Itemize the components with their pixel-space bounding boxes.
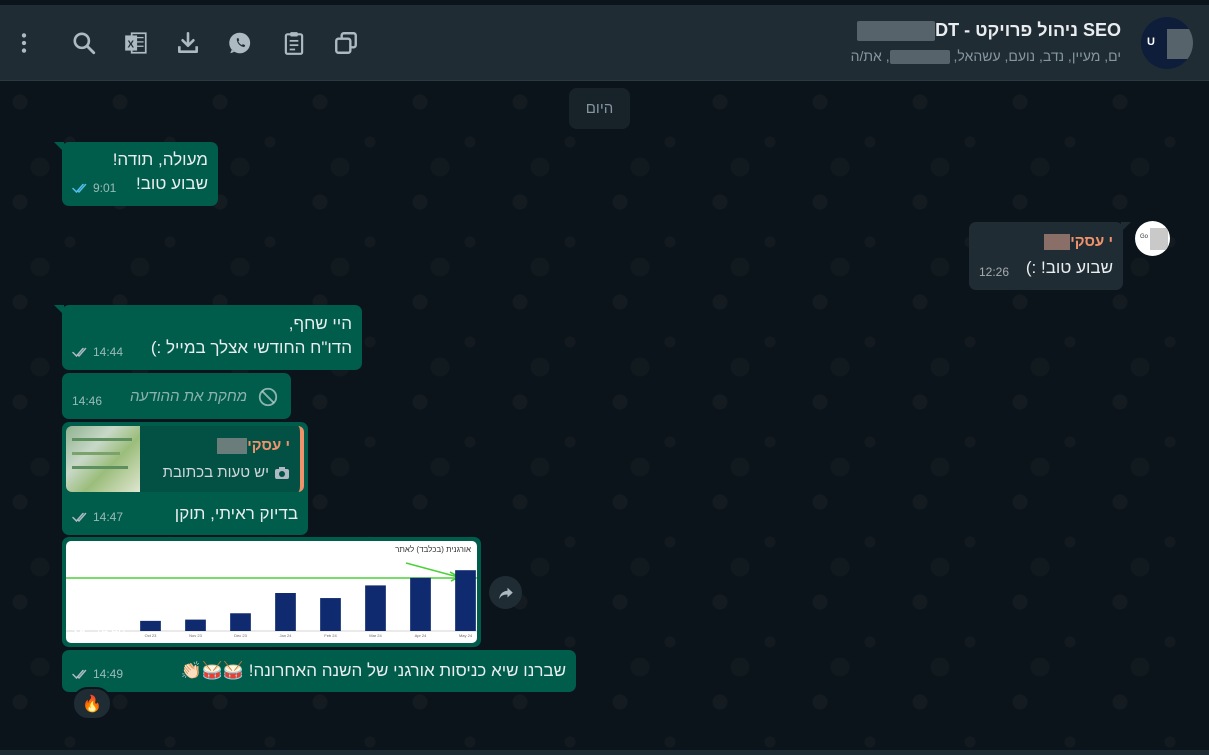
date-divider: היום (569, 88, 630, 129)
redacted-block (1044, 234, 1071, 251)
message-meta: 14:48 (74, 623, 125, 637)
message-reaction[interactable]: 🔥 (72, 687, 112, 720)
chart-bar (365, 585, 386, 631)
svg-text:X: X (128, 39, 135, 50)
message-bubble[interactable]: י עסקי שבוע טוב! :) 12:26 (969, 222, 1131, 290)
message-line: שברנו שיא כניסות אורגני של השנה האחרונה!… (180, 661, 566, 680)
quoted-text: יש טעות בכתובת (163, 461, 290, 485)
chart-tick-label: Mar 24 (369, 633, 382, 638)
message-meta: 14:44 (72, 340, 123, 364)
chart-image[interactable]: אורגנית (בכלבד) לאתר Oct 23 Nov 23 Dec 23 J… (66, 541, 477, 643)
chat-members[interactable]: ים, מעיין, נדב, נועם, עשהאל, , את/ה (850, 48, 1121, 65)
message-meta: 14:49 (72, 662, 123, 686)
redacted-block (889, 50, 950, 65)
quoted-sender: י עסקי (215, 434, 290, 458)
image-message-bubble[interactable]: אורגנית (בכלבד) לאתר Oct 23 Nov 23 Dec 23 J… (62, 537, 481, 647)
message-meta: 14:47 (72, 505, 123, 529)
chart-bar (230, 613, 251, 631)
sender-avatar[interactable]: Go (1135, 221, 1170, 256)
message-time: 14:48 (95, 623, 126, 637)
delivered-checks-icon (72, 347, 87, 358)
quoted-message[interactable]: י עסקי יש טעות בכתובת (66, 426, 304, 492)
delivered-checks-icon (72, 669, 87, 680)
chart-bar (185, 619, 206, 631)
sender-name-text: י עסקי (1070, 233, 1113, 250)
avatar-letter: U (1147, 36, 1155, 48)
chart-tick-label: Oct 23 (145, 633, 158, 638)
chart-bar (320, 598, 341, 631)
read-checks-icon (72, 183, 87, 194)
excel-export-icon[interactable]: X (122, 29, 150, 57)
deleted-message-bubble[interactable]: מחקת את ההודעה 14:46 (62, 373, 291, 419)
message-time: 14:46 (72, 394, 103, 408)
chart-tick-label: Jan 24 (279, 633, 292, 638)
message-meta: 14:46 (72, 389, 102, 413)
message-line: מעולה, תודה! (112, 150, 208, 169)
group-avatar[interactable]: U (1141, 17, 1193, 69)
redacted-block (857, 21, 936, 42)
message-meta: 12:26 (979, 260, 1009, 284)
chart-bar (275, 593, 296, 631)
message-bubble[interactable]: שברנו שיא כניסות אורגני של השנה האחרונה!… (62, 650, 576, 692)
message-line: שבוע טוב! :) (1025, 258, 1113, 277)
message-time: 14:44 (93, 345, 124, 359)
members-tail: , את/ה (850, 48, 890, 64)
chart-bar (410, 577, 431, 631)
redacted-block (217, 438, 248, 455)
whatsapp-icon[interactable] (226, 29, 254, 57)
quoted-image-thumbnail (66, 426, 140, 492)
download-icon[interactable] (174, 29, 202, 57)
message-time: 9:01 (93, 181, 117, 195)
redacted-block (1167, 29, 1193, 59)
chart-tick-label: May 24 (459, 633, 473, 638)
message-line: הדו"ח החודשי אצלך במייל :) (150, 338, 352, 357)
reply-message-bubble[interactable]: י עסקי יש טעות בכתובת בדיוק ראיתי, תוקן … (62, 422, 308, 535)
chat-title[interactable]: SEO ניהול פרויקט - DT (857, 20, 1121, 42)
avatar-letter: Go (1140, 234, 1149, 240)
message-time: 14:47 (93, 510, 124, 524)
message-time: 12:26 (979, 265, 1010, 279)
forward-button[interactable] (489, 576, 522, 609)
menu-dots-icon[interactable] (10, 29, 38, 57)
message-meta: 9:01 (72, 176, 116, 200)
chart-tick-label: Apr 24 (415, 633, 428, 638)
redacted-block (1150, 228, 1168, 250)
message-time: 14:49 (93, 667, 124, 681)
chat-header: X SEO ניהול פרויקט - DT ים, מעיין, נדב, … (0, 5, 1209, 81)
bar-chart: אורגנית (בכלבד) לאתר Oct 23 Nov 23 Dec 23 J… (66, 545, 477, 638)
delivered-checks-icon (72, 512, 87, 523)
chart-tick-label: Nov 23 (189, 633, 202, 638)
blocked-icon (258, 387, 278, 407)
chart-tick-label: Feb 24 (324, 633, 337, 638)
search-icon[interactable] (70, 29, 98, 57)
camera-icon (275, 467, 289, 479)
quoted-sender-text: י עסקי (247, 437, 290, 454)
composer-edge (0, 750, 1209, 755)
chart-bar (455, 570, 476, 631)
deleted-message: מחקת את ההודעה (130, 385, 279, 409)
clipboard-icon[interactable] (280, 29, 308, 57)
forward-icon (498, 587, 513, 599)
message-bubble[interactable]: היי שחף, הדו"ח החודשי אצלך במייל :) 14:4… (54, 305, 362, 370)
message-line: היי שחף, (288, 314, 352, 333)
chart-tick-label: Dec 23 (234, 633, 247, 638)
members-list: ים, מעיין, נדב, נועם, עשהאל, (949, 48, 1121, 64)
chart-bar (140, 620, 161, 631)
delivered-checks-icon (74, 625, 89, 636)
quoted-text-value: יש טעות בכתובת (162, 464, 269, 481)
message-line: בדיוק ראיתי, תוקן (174, 504, 298, 523)
chat-title-text: SEO ניהול פרויקט - DT (935, 20, 1121, 40)
chart-title: אורגנית (בכלבד) לאתר (395, 545, 471, 554)
deleted-message-text: מחקת את ההודעה (130, 388, 247, 405)
message-bubble[interactable]: מעולה, תודה! שבוע טוב! 9:01 (54, 142, 218, 206)
sender-name: י עסקי (1042, 230, 1113, 254)
message-line: שבוע טוב! (135, 174, 208, 193)
copy-windows-icon[interactable] (332, 29, 360, 57)
